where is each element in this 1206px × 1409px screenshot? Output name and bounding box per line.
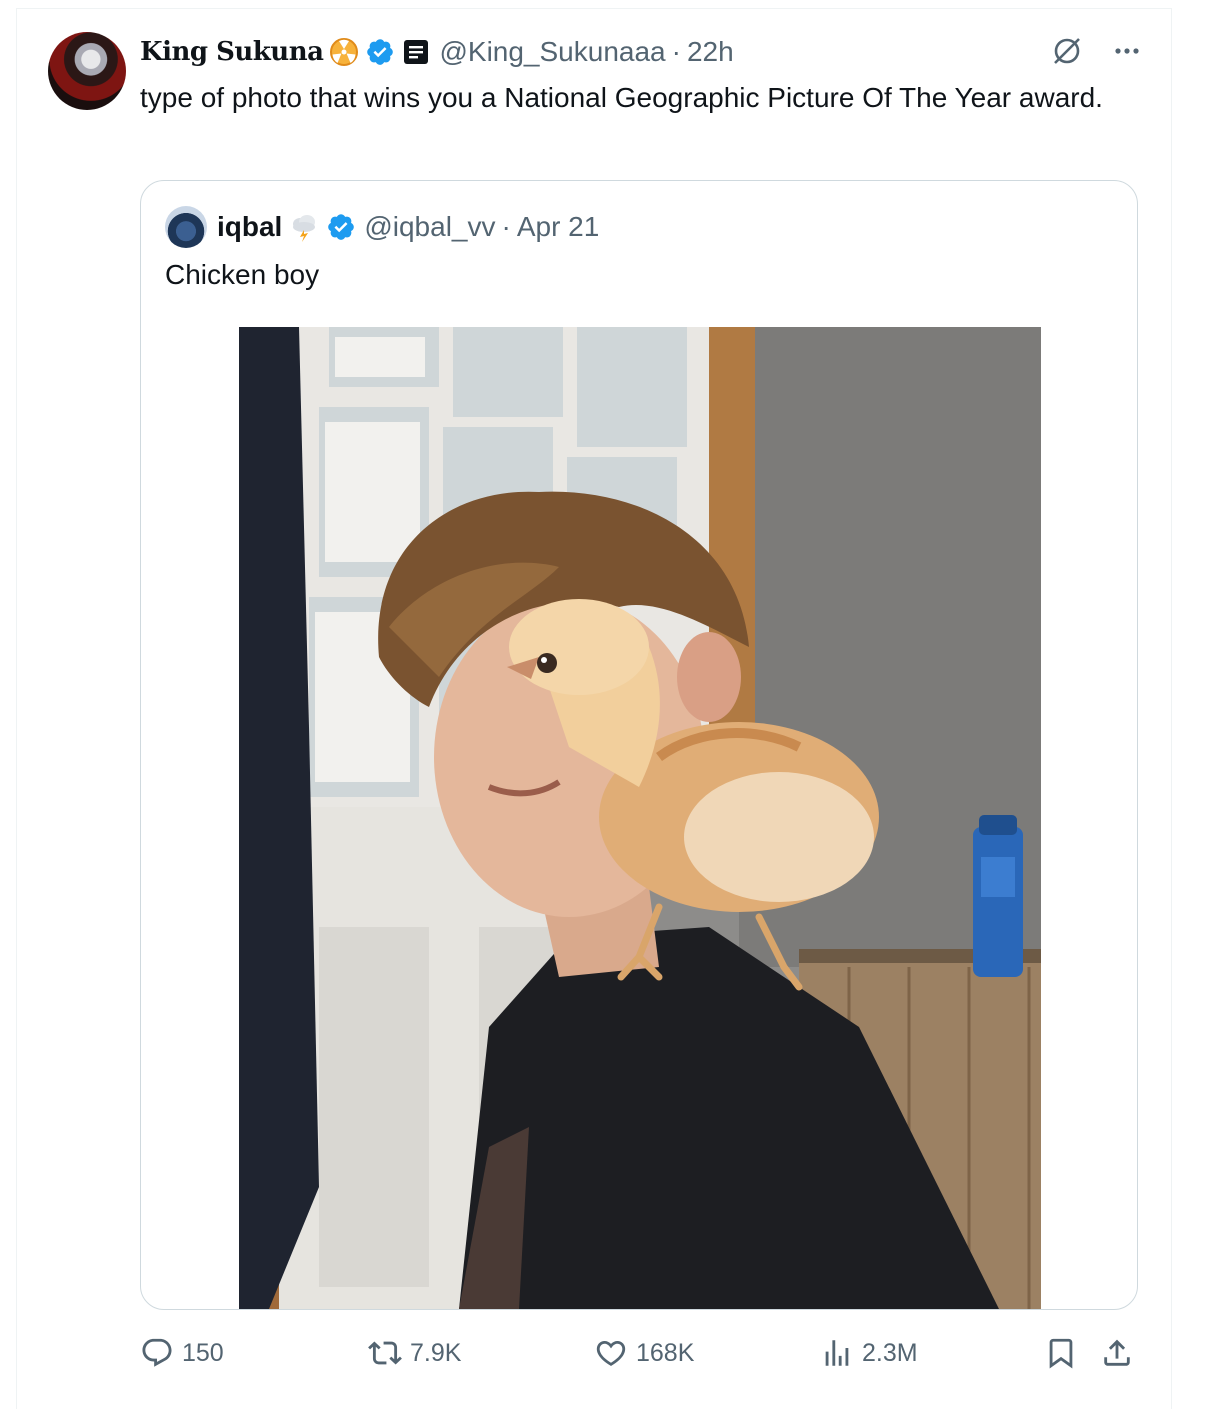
quote-text: Chicken boy (165, 259, 320, 290)
author-name[interactable]: King Sukuna (140, 37, 324, 67)
views-count: 2.3M (862, 1338, 918, 1367)
author-avatar[interactable] (48, 32, 126, 110)
tweet-text: type of photo that wins you a National G… (140, 82, 1103, 113)
radioactive-emoji-icon (329, 37, 359, 67)
tweet-time[interactable]: 22h (687, 36, 734, 68)
views-button[interactable]: 2.3M (820, 1330, 918, 1376)
quote-author-avatar[interactable] (165, 206, 207, 248)
bookmark-button[interactable] (1044, 1330, 1086, 1376)
author-handle[interactable]: @King_Sukunaaa (439, 36, 665, 68)
bookmark-icon (1049, 1338, 1073, 1369)
quote-author-handle[interactable]: @iqbal_vv (364, 211, 495, 243)
tweet-top-actions (1050, 34, 1144, 73)
like-button[interactable]: 168K (594, 1330, 694, 1376)
quote-date[interactable]: Apr 21 (517, 211, 600, 243)
quote-separator-dot: · (501, 211, 511, 242)
quoted-tweet[interactable]: iqbal @iqbal_vv · Apr 21 Chicken boy (140, 180, 1138, 1310)
grok-icon[interactable] (1050, 34, 1084, 73)
reply-button[interactable]: 150 (140, 1330, 224, 1376)
affiliate-badge-icon (401, 37, 431, 67)
quote-photo[interactable] (239, 327, 1041, 1309)
cloud-lightning-emoji-icon (288, 211, 320, 243)
share-button[interactable] (1100, 1330, 1142, 1376)
quote-verified-badge-icon (326, 212, 356, 242)
like-count: 168K (636, 1338, 695, 1367)
quote-header: iqbal @iqbal_vv · Apr 21 (165, 206, 600, 248)
tweet-header: King Sukuna @King_Sukunaaa · 22h (140, 32, 734, 72)
tweet-actions: 150 7.9K 168K 2.3M (140, 1330, 1136, 1376)
repost-icon (368, 1341, 402, 1365)
like-icon (596, 1340, 626, 1366)
repost-button[interactable]: 7.9K (368, 1330, 461, 1376)
quote-author-name[interactable]: iqbal (217, 211, 282, 243)
more-icon[interactable] (1110, 34, 1144, 73)
views-icon (825, 1340, 849, 1366)
reply-count: 150 (182, 1338, 224, 1367)
verified-badge-icon (365, 37, 395, 67)
separator-dot: · (671, 36, 681, 67)
share-icon (1104, 1339, 1130, 1366)
repost-count: 7.9K (410, 1338, 462, 1367)
reply-icon (142, 1338, 172, 1367)
